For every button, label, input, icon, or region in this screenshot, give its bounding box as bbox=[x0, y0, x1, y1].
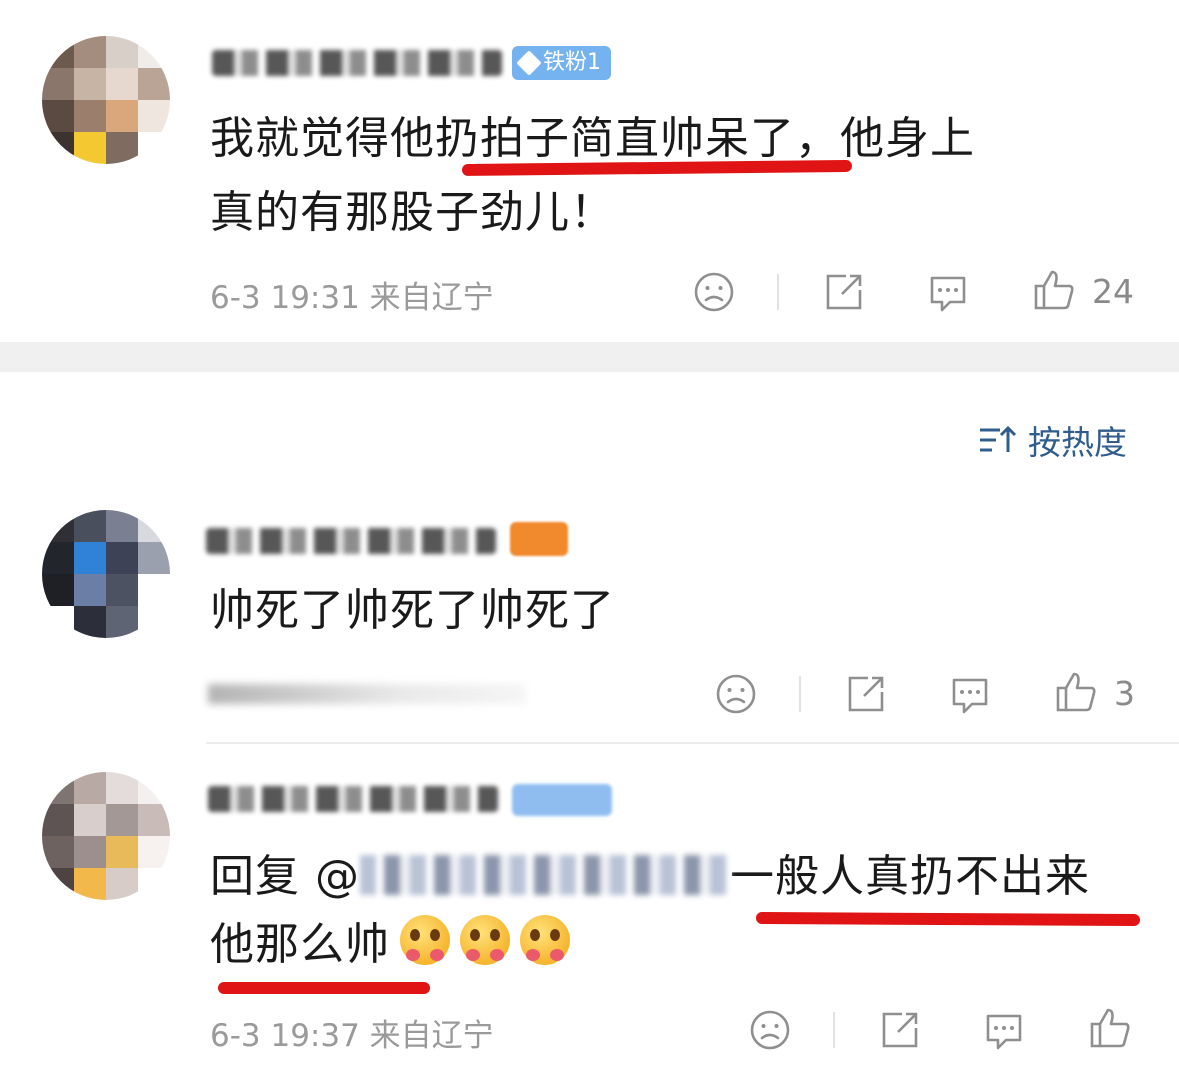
thumbs-up-icon[interactable] bbox=[1054, 670, 1098, 714]
comment-text-line: 真的有那股子劲儿！ bbox=[210, 187, 615, 238]
reply-prefix: 回复 @ bbox=[210, 851, 360, 902]
like-count: 24 bbox=[1092, 272, 1134, 311]
user-badge bbox=[510, 522, 568, 556]
blushing-emoji-icon bbox=[520, 915, 570, 965]
comment-text-line: 他那么帅 bbox=[210, 912, 570, 978]
comment-bubble-icon[interactable] bbox=[948, 672, 992, 716]
sort-label: 按热度 bbox=[1028, 423, 1127, 462]
section-divider bbox=[0, 342, 1179, 372]
badge-label: 铁粉1 bbox=[543, 50, 601, 75]
thumbs-up-icon[interactable] bbox=[1088, 1006, 1132, 1050]
sad-face-icon[interactable] bbox=[748, 1008, 792, 1052]
like-count: 3 bbox=[1114, 674, 1135, 713]
sort-toggle[interactable]: 按热度 bbox=[978, 416, 1127, 464]
blushing-emoji-icon bbox=[400, 915, 450, 965]
avatar[interactable] bbox=[42, 510, 170, 638]
share-icon[interactable] bbox=[878, 1008, 922, 1052]
thumbs-up-icon[interactable] bbox=[1032, 268, 1076, 312]
comment-meta-blurred bbox=[208, 684, 526, 704]
share-icon[interactable] bbox=[822, 270, 866, 314]
red-underline bbox=[218, 982, 430, 994]
fan-badge: 铁粉1 bbox=[512, 46, 611, 80]
blushing-emoji-icon bbox=[460, 915, 510, 965]
divider bbox=[777, 274, 779, 310]
username[interactable] bbox=[212, 50, 502, 76]
comment-separator bbox=[206, 742, 1179, 744]
red-underline bbox=[755, 912, 1141, 927]
divider bbox=[799, 676, 801, 712]
mention-link[interactable] bbox=[360, 855, 730, 895]
sad-face-icon[interactable] bbox=[714, 672, 758, 716]
username[interactable] bbox=[208, 786, 498, 812]
diamond-icon bbox=[516, 50, 542, 76]
username[interactable] bbox=[206, 528, 496, 554]
share-icon[interactable] bbox=[844, 672, 888, 716]
comment-meta: 6-3 19:31 来自辽宁 bbox=[210, 280, 494, 316]
sad-face-icon[interactable] bbox=[692, 270, 736, 314]
avatar[interactable] bbox=[42, 36, 170, 164]
comment-text: 他那么帅 bbox=[210, 919, 390, 970]
comment-bubble-icon[interactable] bbox=[982, 1008, 1026, 1052]
comment-meta: 6-3 19:37 来自辽宁 bbox=[210, 1018, 494, 1054]
sort-icon bbox=[978, 422, 1018, 458]
reply-line: 回复 @ 一般人真扔不出来 bbox=[210, 844, 1090, 910]
comment-text: 一般人真扔不出来 bbox=[730, 851, 1090, 902]
comment-text: 帅死了帅死了帅死了 bbox=[210, 585, 615, 636]
divider bbox=[833, 1012, 835, 1048]
avatar[interactable] bbox=[42, 772, 170, 900]
comment-bubble-icon[interactable] bbox=[926, 270, 970, 314]
fan-badge-blurred bbox=[512, 784, 612, 816]
